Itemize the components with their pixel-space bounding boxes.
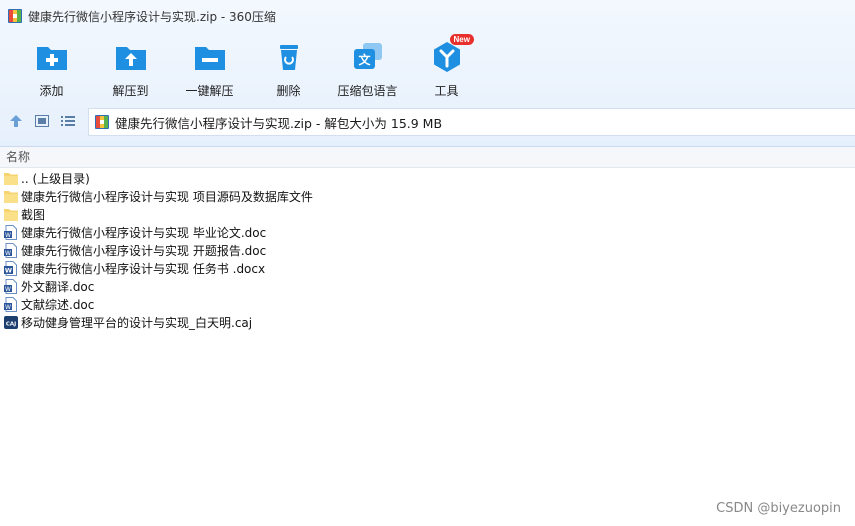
folder-icon xyxy=(4,190,18,203)
trash-icon xyxy=(279,45,298,70)
caj-file-icon: CAJ xyxy=(4,315,18,329)
file-name: 健康先行微信小程序设计与实现 任务书 .docx xyxy=(21,261,266,276)
file-row[interactable]: W 健康先行微信小程序设计与实现 毕业论文.doc xyxy=(4,223,313,241)
file-name: 健康先行微信小程序设计与实现 毕业论文.doc xyxy=(21,225,267,240)
list-view-button[interactable] xyxy=(58,111,78,131)
folder-icon xyxy=(4,172,18,185)
tools-icon xyxy=(433,42,460,72)
svg-text:W: W xyxy=(5,304,11,311)
title-bar: 健康先行微信小程序设计与实现.zip - 360压缩 xyxy=(0,0,855,32)
doc-file-icon: W xyxy=(4,224,17,240)
watermark: CSDN @biyezuopin xyxy=(716,501,841,516)
svg-text:W: W xyxy=(5,232,11,239)
tools-icon-wrap: New xyxy=(430,34,474,74)
file-name: .. (上级目录) xyxy=(21,171,90,186)
file-list: .. (上级目录) 健康先行微信小程序设计与实现 项目源码及数据库文件 截图 W 健康先… xyxy=(4,169,313,331)
extract-to-button[interactable]: 解压到 xyxy=(91,36,170,100)
svg-text:W: W xyxy=(5,266,12,274)
up-level-button[interactable] xyxy=(6,111,26,131)
file-name: 外文翻译.doc xyxy=(21,279,95,294)
file-name: 截图 xyxy=(21,207,46,222)
file-row[interactable]: W 文献综述.doc xyxy=(4,295,313,313)
archive-language-label: 压缩包语言 xyxy=(337,84,398,98)
path-text: 健康先行微信小程序设计与实现.zip - 解包大小为 15.9 MB xyxy=(115,115,443,131)
window-title: 健康先行微信小程序设计与实现.zip - 360压缩 xyxy=(28,9,276,24)
extract-to-icon xyxy=(115,47,146,70)
svg-text:文: 文 xyxy=(358,52,371,67)
language-icon: 文 xyxy=(353,43,382,69)
list-view-icon xyxy=(61,116,75,126)
svg-text:W: W xyxy=(5,286,11,293)
main-toolbar: 添加 解压到 一键解压 删除 文 压缩包语言 New 工具 xyxy=(12,34,486,100)
file-name: 移动健身管理平台的设计与实现_白天明.caj xyxy=(21,315,253,330)
one-click-extract-icon xyxy=(194,47,225,70)
file-row[interactable]: CAJ 移动健身管理平台的设计与实现_白天明.caj xyxy=(4,313,313,331)
add-label: 添加 xyxy=(39,84,64,98)
file-row[interactable]: .. (上级目录) xyxy=(4,169,313,187)
svg-text:CAJ: CAJ xyxy=(6,321,16,327)
doc-file-icon: W xyxy=(4,278,17,294)
doc-file-icon: W xyxy=(4,242,17,258)
folder-icon xyxy=(4,208,18,221)
path-field[interactable]: 健康先行微信小程序设计与实现.zip - 解包大小为 15.9 MB xyxy=(88,108,855,136)
toolbar-area: 健康先行微信小程序设计与实现.zip - 360压缩 添加 解压到 一键解压 删… xyxy=(0,0,855,147)
zip-file-icon xyxy=(95,115,109,129)
file-name: 健康先行微信小程序设计与实现 项目源码及数据库文件 xyxy=(21,189,313,204)
column-header-name[interactable]: 名称 xyxy=(0,147,855,168)
one-click-extract-button[interactable]: 一键解压 xyxy=(170,36,249,100)
archive-app-icon xyxy=(8,9,22,23)
delete-label: 删除 xyxy=(276,84,301,98)
file-name: 文献综述.doc xyxy=(21,297,95,312)
extract-to-label: 解压到 xyxy=(112,84,149,98)
file-row[interactable]: 健康先行微信小程序设计与实现 项目源码及数据库文件 xyxy=(4,187,313,205)
arrow-up-icon xyxy=(10,115,22,127)
add-button[interactable]: 添加 xyxy=(12,36,91,100)
svg-text:W: W xyxy=(5,250,11,257)
tools-button[interactable]: New 工具 xyxy=(407,34,486,100)
file-row[interactable]: W 健康先行微信小程序设计与实现 任务书 .docx xyxy=(4,259,313,277)
thumbnail-view-button[interactable] xyxy=(32,111,52,131)
file-name: 健康先行微信小程序设计与实现 开题报告.doc xyxy=(21,243,267,258)
delete-button[interactable]: 删除 xyxy=(249,36,328,100)
file-row[interactable]: 截图 xyxy=(4,205,313,223)
file-row[interactable]: W 健康先行微信小程序设计与实现 开题报告.doc xyxy=(4,241,313,259)
archive-language-button[interactable]: 文 压缩包语言 xyxy=(328,36,407,100)
add-folder-icon xyxy=(36,47,67,70)
doc-file-icon: W xyxy=(4,296,17,312)
new-badge: New xyxy=(449,34,474,45)
thumbnail-view-icon xyxy=(35,115,49,127)
one-click-extract-label: 一键解压 xyxy=(185,84,234,98)
tools-label: 工具 xyxy=(434,84,459,98)
file-row[interactable]: W 外文翻译.doc xyxy=(4,277,313,295)
docx-file-icon: W xyxy=(4,260,17,276)
column-name-label: 名称 xyxy=(6,150,31,164)
address-bar: 健康先行微信小程序设计与实现.zip - 解包大小为 15.9 MB xyxy=(0,106,855,136)
